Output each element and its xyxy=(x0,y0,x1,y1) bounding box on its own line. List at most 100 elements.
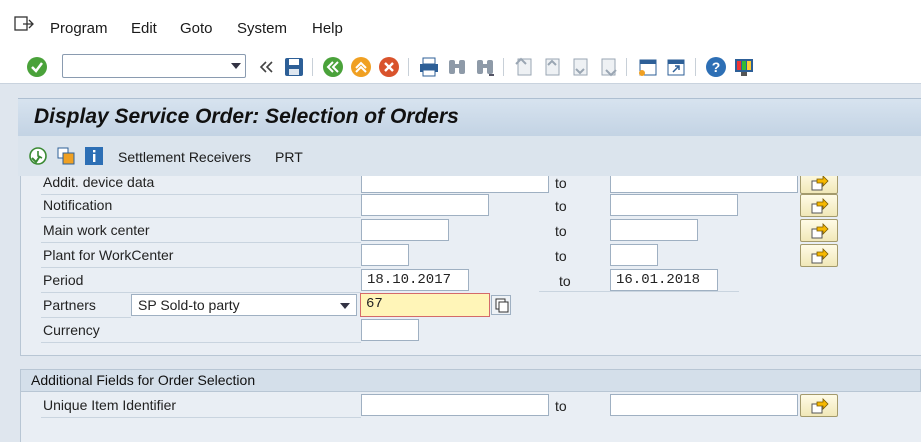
multiple-selection-button[interactable] xyxy=(800,194,838,217)
toolbar-separator xyxy=(503,58,504,76)
plant-for-workcenter-low-input[interactable] xyxy=(361,244,409,266)
last-page-icon[interactable] xyxy=(597,56,619,78)
menu-system[interactable]: System xyxy=(237,20,287,37)
period-to-input[interactable]: 16.01.2018 xyxy=(610,269,718,291)
title-bar: Display Service Order: Selection of Orde… xyxy=(18,98,921,136)
additional-fields-area: Unique Item Identifier to xyxy=(20,392,921,442)
print-icon[interactable] xyxy=(418,56,440,78)
period-underline xyxy=(539,291,739,292)
field-row-currency: Currency xyxy=(21,319,921,344)
toolbar-separator xyxy=(408,58,409,76)
label-underline xyxy=(41,342,361,343)
addit-device-data-low-input[interactable] xyxy=(361,176,549,193)
to-label: to xyxy=(559,273,571,289)
partner-function-select[interactable]: SP Sold-to party xyxy=(131,294,357,316)
menu-program[interactable]: Program xyxy=(50,20,108,37)
toolbar-separator xyxy=(626,58,627,76)
field-label: Period xyxy=(43,272,84,288)
next-page-icon[interactable] xyxy=(569,56,591,78)
exit-icon[interactable] xyxy=(350,56,372,78)
multiple-selection-button[interactable] xyxy=(800,219,838,242)
back-icon[interactable] xyxy=(322,56,344,78)
help-icon[interactable]: ? xyxy=(705,56,727,78)
to-label: to xyxy=(555,198,567,214)
get-variant-icon[interactable] xyxy=(56,146,76,166)
save-icon[interactable] xyxy=(283,56,305,78)
label-underline xyxy=(41,317,131,318)
label-underline xyxy=(41,417,361,418)
collapse-chevron-icon[interactable] xyxy=(256,56,278,78)
multiple-selection-button[interactable] xyxy=(800,176,838,194)
multiple-selection-button[interactable] xyxy=(800,244,838,267)
shortcut-icon[interactable] xyxy=(665,56,687,78)
multiple-selection-arrow-icon xyxy=(811,223,829,239)
multiple-selection-arrow-icon xyxy=(811,398,829,414)
field-label: Addit. device data xyxy=(43,176,155,190)
notification-low-input[interactable] xyxy=(361,194,489,216)
toolbar-separator xyxy=(695,58,696,76)
main-work-center-low-input[interactable] xyxy=(361,219,449,241)
field-label: Currency xyxy=(43,322,100,338)
first-page-icon[interactable] xyxy=(513,56,535,78)
previous-page-icon[interactable] xyxy=(541,56,563,78)
execute-icon[interactable] xyxy=(28,146,48,166)
to-label: to xyxy=(555,398,567,414)
label-underline xyxy=(41,292,361,293)
svg-text:?: ? xyxy=(712,59,721,75)
menu-edit[interactable]: Edit xyxy=(131,20,157,37)
label-underline xyxy=(41,217,361,218)
cancel-icon[interactable] xyxy=(378,56,400,78)
information-icon[interactable] xyxy=(84,146,104,166)
field-row-unique-item-identifier: Unique Item Identifier to xyxy=(21,394,921,419)
currency-input[interactable] xyxy=(361,319,419,341)
unique-item-identifier-high-input[interactable] xyxy=(610,394,798,416)
multiple-selection-arrow-icon xyxy=(811,198,829,214)
additional-fields-title: Additional Fields for Order Selection xyxy=(31,372,256,388)
unique-item-identifier-low-input[interactable] xyxy=(361,394,549,416)
partner-function-value: SP Sold-to party xyxy=(138,297,240,313)
command-dropdown-icon[interactable] xyxy=(231,63,241,69)
partner-value-input[interactable]: 67 xyxy=(360,293,490,317)
notification-high-input[interactable] xyxy=(610,194,738,216)
to-label: to xyxy=(555,223,567,239)
period-from-input[interactable]: 18.10.2017 xyxy=(361,269,469,291)
menu-help[interactable]: Help xyxy=(312,20,343,37)
find-icon[interactable] xyxy=(446,56,468,78)
field-label: Partners xyxy=(43,297,96,313)
plant-for-workcenter-high-input[interactable] xyxy=(610,244,658,266)
field-row-main-work-center: Main work center to xyxy=(21,219,921,244)
field-label: Plant for WorkCenter xyxy=(43,247,174,263)
toolbar-separator xyxy=(312,58,313,76)
multiple-selection-arrow-icon xyxy=(811,248,829,264)
exit-menu-icon[interactable] xyxy=(14,16,34,32)
field-row-addit-device-data: Addit. device data to xyxy=(21,176,921,196)
field-row-notification: Notification to xyxy=(21,194,921,219)
menu-bar: Program Edit Goto System Help xyxy=(0,0,921,48)
multiple-selection-button[interactable] xyxy=(800,394,838,417)
to-label: to xyxy=(555,176,567,191)
menu-goto[interactable]: Goto xyxy=(180,20,213,37)
copy-icon[interactable] xyxy=(491,295,511,315)
addit-device-data-high-input[interactable] xyxy=(610,176,798,193)
label-underline xyxy=(41,242,361,243)
customize-layout-icon[interactable] xyxy=(733,56,755,78)
find-next-icon[interactable] xyxy=(474,56,496,78)
label-underline xyxy=(41,267,361,268)
field-row-plant-for-workcenter: Plant for WorkCenter to xyxy=(21,244,921,269)
selection-criteria-area: Addit. device data to Notification to Ma… xyxy=(20,176,921,356)
field-label: Main work center xyxy=(43,222,150,238)
field-row-partners: Partners SP Sold-to party 67 xyxy=(21,293,921,319)
create-session-icon[interactable] xyxy=(637,56,659,78)
application-toolbar: Settlement Receivers PRT xyxy=(18,136,921,176)
standard-toolbar: ? xyxy=(0,48,921,84)
field-row-period: Period 18.10.2017 to 16.01.2018 xyxy=(21,269,921,294)
settlement-receivers-button[interactable]: Settlement Receivers xyxy=(118,149,251,165)
chevron-down-icon xyxy=(340,303,350,309)
command-field[interactable] xyxy=(62,54,246,78)
to-label: to xyxy=(555,248,567,264)
enter-check-icon[interactable] xyxy=(26,56,48,78)
field-label: Notification xyxy=(43,197,113,213)
main-work-center-high-input[interactable] xyxy=(610,219,698,241)
field-label: Unique Item Identifier xyxy=(43,397,177,413)
prt-button[interactable]: PRT xyxy=(275,149,303,165)
